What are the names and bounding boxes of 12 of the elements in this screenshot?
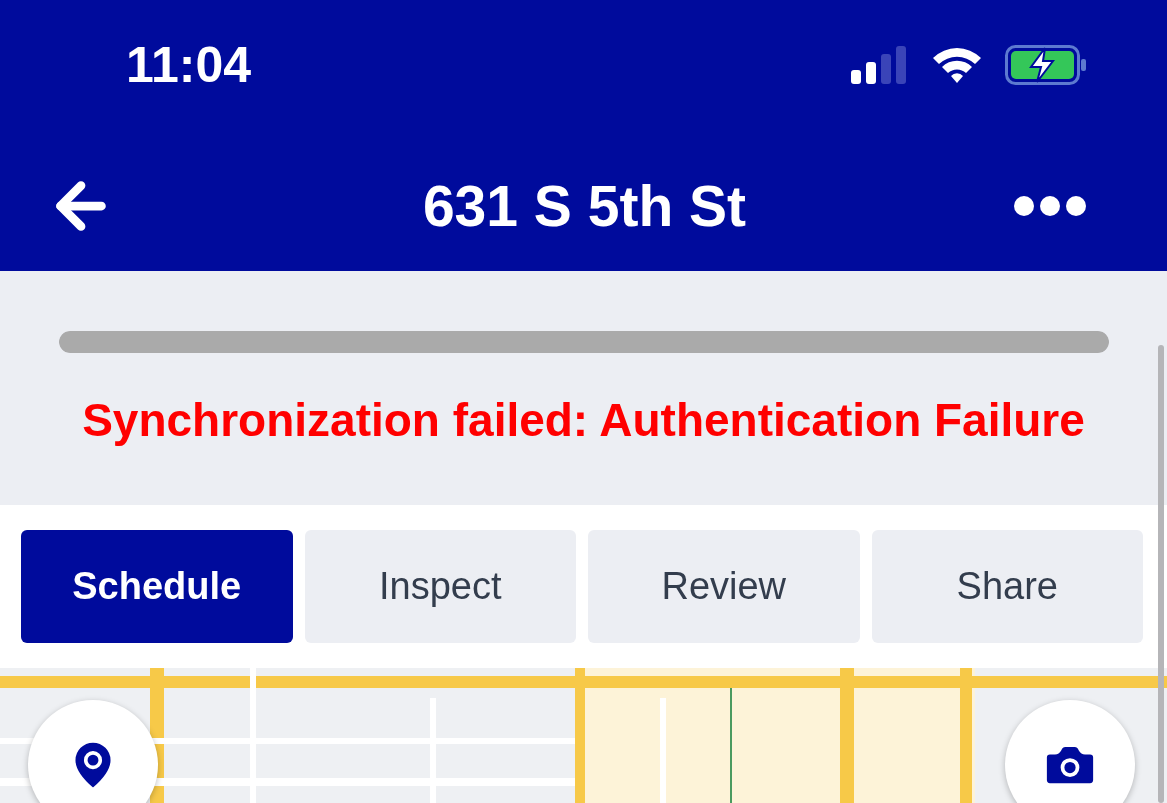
page-title: 631 S 5th St xyxy=(422,172,747,239)
sync-error-message: Synchronization failed: Authentication Failure xyxy=(82,393,1085,447)
tab[interactable]: Schedule xyxy=(21,530,293,643)
tab[interactable]: Inspect xyxy=(304,530,576,643)
more-button[interactable] xyxy=(1013,194,1087,217)
more-icon xyxy=(1013,194,1087,217)
tab[interactable]: Share xyxy=(871,530,1143,643)
tab[interactable]: Review xyxy=(588,530,860,643)
status-time: 11:04 xyxy=(126,36,252,94)
battery-charging-icon xyxy=(1005,45,1087,85)
wifi-icon xyxy=(931,46,983,84)
signal-icon xyxy=(851,46,909,84)
